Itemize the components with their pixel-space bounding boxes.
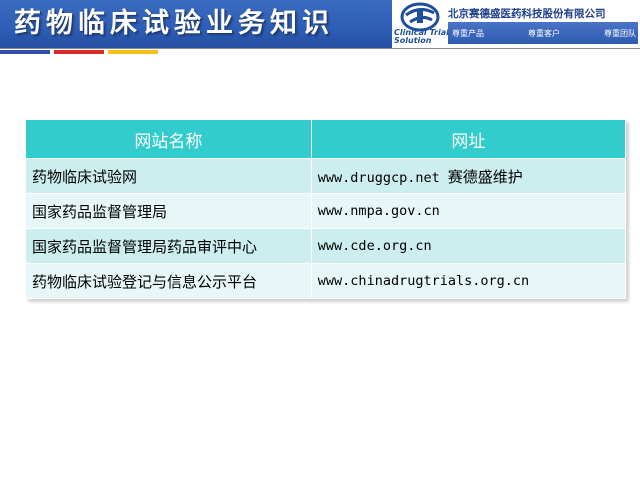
website-url-link[interactable]: www.druggcp.net [318,170,440,186]
header-website-name: 网站名称 [25,119,312,159]
tagline-customers: 尊重客户 [528,29,560,38]
table-row: 国家药品监督管理局 www.nmpa.gov.cn [25,193,627,229]
header-divider [0,48,640,49]
website-table: 网站名称 网址 药物临床试验网 www.druggcp.net 赛德盛维护 国家药… [25,119,627,299]
website-url-link[interactable]: www.nmpa.gov.cn [318,203,440,219]
slide: 药物临床试验业务知识 Clinical Trial Solution 北京赛德盛… [0,0,640,480]
header-website-url: 网址 [310,119,627,159]
logo-wordmark: Clinical Trial Solution [394,29,454,45]
accent-bar-yellow [108,50,158,54]
website-url-cell: www.nmpa.gov.cn [310,193,627,229]
website-url-link[interactable]: www.cde.org.cn [318,238,432,254]
website-name: 国家药品监督管理局 [25,193,312,229]
table-row: 药物临床试验网 www.druggcp.net 赛德盛维护 [25,158,627,194]
table-header-row: 网站名称 网址 [25,119,627,159]
page-title: 药物临床试验业务知识 [14,8,334,39]
company-logo-area: Clinical Trial Solution 北京赛德盛医药科技股份有限公司 … [392,0,640,48]
website-name: 药物临床试验网 [25,158,312,194]
website-url-cell: www.druggcp.net 赛德盛维护 [310,158,627,194]
header-band: 药物临床试验业务知识 [0,0,392,48]
company-name: 北京赛德盛医药科技股份有限公司 [448,8,606,20]
table-row: 国家药品监督管理局药品审评中心 www.cde.org.cn [25,228,627,264]
website-url-link[interactable]: www.chinadrugtrials.org.cn [318,273,529,289]
tagline-products: 尊重产品 [452,29,484,38]
maintainer-note: 赛德盛维护 [447,167,523,186]
taglines: 尊重产品 尊重客户 尊重团队 [452,28,636,39]
website-url-cell: www.chinadrugtrials.org.cn [310,263,627,299]
tagline-strip: 尊重产品 尊重客户 尊重团队 [448,22,638,44]
logo-line-2: Solution [394,36,432,45]
accent-bar-red [54,50,104,54]
website-url-cell: www.cde.org.cn [310,228,627,264]
tagline-team: 尊重团队 [604,29,636,38]
website-name: 药物临床试验登记与信息公示平台 [25,263,312,299]
table-row: 药物临床试验登记与信息公示平台 www.chinadrugtrials.org.… [25,263,627,299]
website-name: 国家药品监督管理局药品审评中心 [25,228,312,264]
accent-bar-blue [0,50,50,54]
